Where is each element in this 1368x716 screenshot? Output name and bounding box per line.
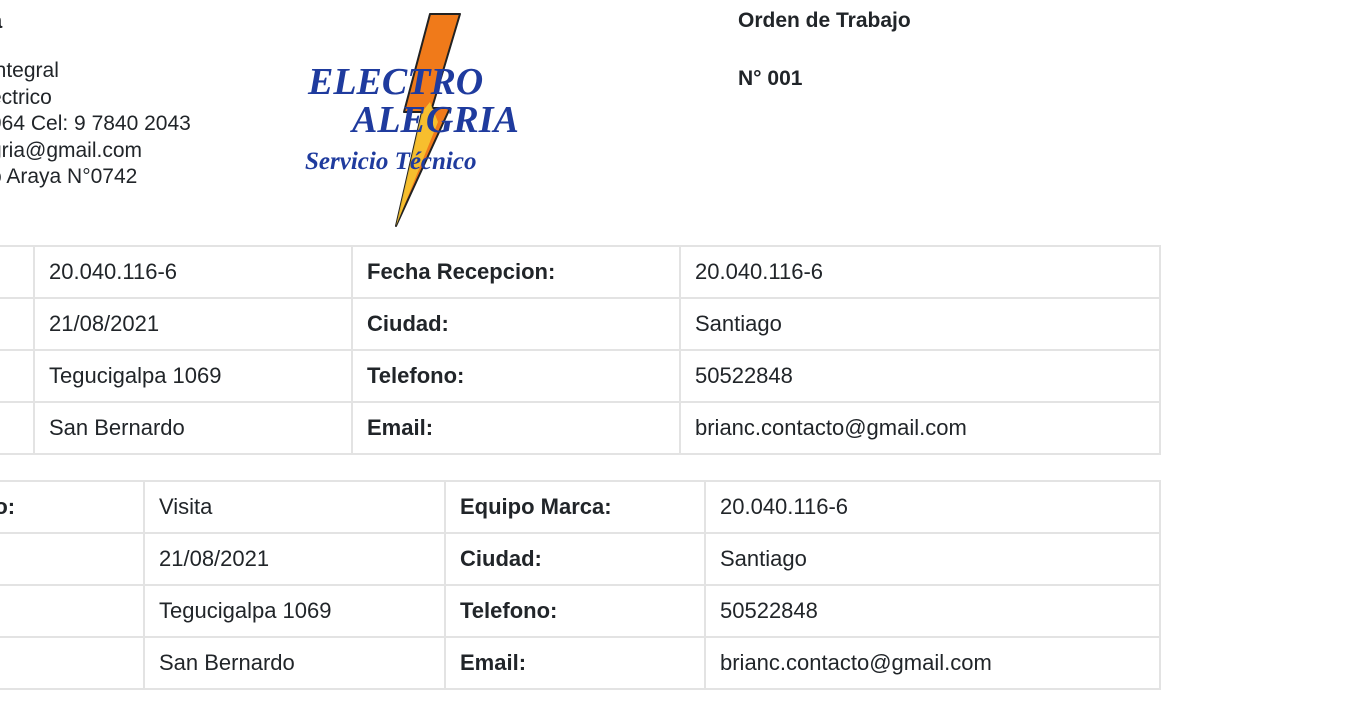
table-row: Tegucigalpa 1069 Telefono: 50522848 <box>0 584 1161 638</box>
order-header: Orden de Trabajo N° 001 <box>738 8 911 92</box>
table-cell: 20.040.116-6 <box>704 480 1161 534</box>
table-cell: Fecha Recepcion: <box>351 245 681 299</box>
table-cell: Equipo Marca: <box>444 480 706 534</box>
table-row: San Bernardo Email: brianc.contacto@gmai… <box>0 401 1161 455</box>
table-cell: San Bernardo <box>33 401 353 455</box>
table-cell: 20.040.116-6 <box>679 245 1161 299</box>
logo-line-1: ELECTRO <box>307 61 483 103</box>
table-row: 20.040.116-6 Fecha Recepcion: 20.040.116… <box>0 245 1161 299</box>
table-cell: Tegucigalpa 1069 <box>33 349 353 403</box>
company-details: integral éctrico 964 Cel: 9 7840 2043 gr… <box>0 58 191 191</box>
table-cell: brianc.contacto@gmail.com <box>704 636 1161 690</box>
client-info-table: 20.040.116-6 Fecha Recepcion: 20.040.116… <box>0 245 1161 455</box>
table-cell <box>0 297 35 351</box>
table-cell: Santiago <box>704 532 1161 586</box>
order-number: N° 001 <box>738 67 803 90</box>
table-cell <box>0 636 145 690</box>
table-row: 21/08/2021 Ciudad: Santiago <box>0 297 1161 351</box>
table-cell: Telefono: <box>444 584 706 638</box>
table-cell: 50522848 <box>704 584 1161 638</box>
table-row: ajo: Visita Equipo Marca: 20.040.116-6 <box>0 480 1161 534</box>
table-row: Tegucigalpa 1069 Telefono: 50522848 <box>0 349 1161 403</box>
table-cell <box>0 584 145 638</box>
table-cell <box>0 401 35 455</box>
table-cell: ajo: <box>0 480 145 534</box>
company-description: integral <box>0 59 59 82</box>
table-row: 21/08/2021 Ciudad: Santiago <box>0 532 1161 586</box>
table-cell: Santiago <box>679 297 1161 351</box>
table-cell <box>0 349 35 403</box>
table-cell: Ciudad: <box>351 297 681 351</box>
company-phone: 964 Cel: 9 7840 2043 <box>0 112 191 135</box>
table-cell: Ciudad: <box>444 532 706 586</box>
table-cell: Telefono: <box>351 349 681 403</box>
company-name: a <box>0 8 2 34</box>
table-cell: San Bernardo <box>143 636 446 690</box>
order-title: Orden de Trabajo <box>738 9 911 32</box>
table-cell: Email: <box>351 401 681 455</box>
table-cell: 20.040.116-6 <box>33 245 353 299</box>
table-cell <box>0 532 145 586</box>
table-row: San Bernardo Email: brianc.contacto@gmai… <box>0 636 1161 690</box>
table-cell: 21/08/2021 <box>143 532 446 586</box>
company-description-2: éctrico <box>0 85 52 109</box>
work-info-table: ajo: Visita Equipo Marca: 20.040.116-6 2… <box>0 480 1161 690</box>
logo-line-3: Servicio Técnico <box>305 148 476 175</box>
table-cell: 50522848 <box>679 349 1161 403</box>
table-cell: 21/08/2021 <box>33 297 353 351</box>
company-email: gria@gmail.com <box>0 138 143 162</box>
logo-line-2: ALEGRIA <box>350 99 519 141</box>
table-cell: Tegucigalpa 1069 <box>143 584 446 638</box>
table-cell: Email: <box>444 636 706 690</box>
table-cell: Visita <box>143 480 446 534</box>
company-logo: ELECTRO ALEGRIA Servicio Técnico <box>305 13 519 227</box>
table-cell <box>0 245 35 299</box>
table-cell: brianc.contacto@gmail.com <box>679 401 1161 455</box>
company-address: o Araya N°0742 <box>0 165 138 188</box>
